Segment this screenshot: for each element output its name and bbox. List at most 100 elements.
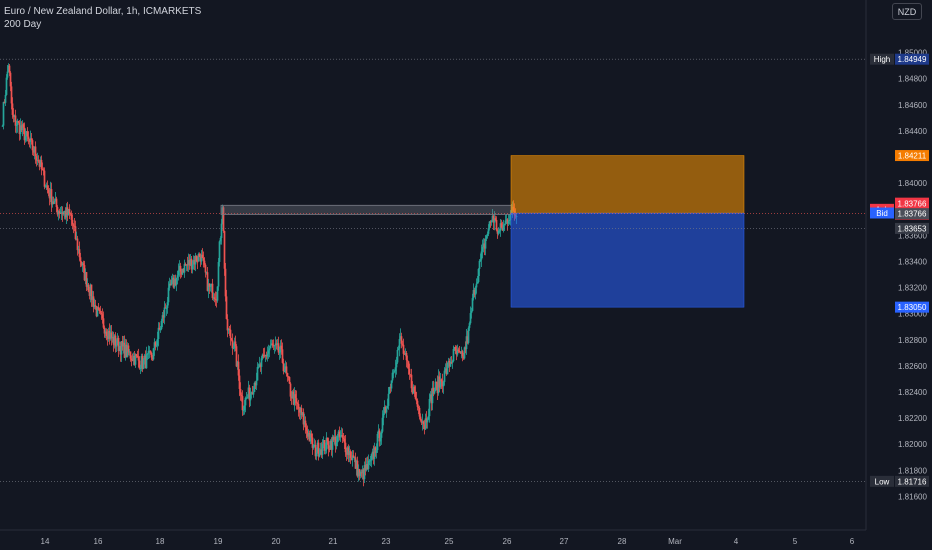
y-tick-label: 1.84000	[898, 179, 927, 188]
candle-body	[418, 407, 421, 417]
candle-body	[34, 146, 37, 157]
candle-body	[321, 443, 324, 455]
candle-body	[400, 336, 403, 344]
candle-body	[484, 238, 487, 249]
candle-body	[480, 251, 483, 260]
candle-body	[446, 362, 449, 375]
candle-body	[42, 169, 45, 171]
candle-body	[14, 115, 17, 126]
candle-body	[31, 140, 34, 151]
currency-button[interactable]: NZD	[892, 3, 922, 20]
candle-body	[204, 264, 207, 273]
candle-body	[477, 268, 480, 282]
candle-body	[324, 449, 327, 451]
x-tick-label: 16	[94, 537, 103, 546]
y-tick-label: 1.84400	[898, 127, 927, 136]
candle-body	[115, 345, 118, 347]
candle-body	[339, 436, 342, 438]
candle-body	[102, 318, 105, 328]
candle-body	[416, 400, 419, 407]
x-tick-label: Mar	[668, 537, 682, 546]
candle-body	[72, 224, 75, 226]
candle-body	[349, 451, 352, 458]
candle-body	[341, 434, 344, 438]
candle-body	[297, 403, 300, 409]
x-tick-label: 18	[156, 537, 165, 546]
candle-body	[97, 307, 100, 310]
x-tick-label: 27	[560, 537, 569, 546]
candle-body	[87, 284, 90, 292]
candle-body	[395, 362, 398, 368]
candle-body	[344, 442, 347, 453]
candle-body	[478, 260, 481, 269]
candle-body	[240, 394, 243, 397]
candle-body	[508, 219, 511, 221]
candle-body	[10, 86, 13, 104]
y-tick-label: 1.81600	[898, 492, 927, 501]
candle-body	[469, 313, 472, 324]
candle-body	[216, 286, 219, 301]
candle-body	[209, 285, 212, 287]
indicator-label: 200 Day	[4, 19, 42, 30]
candle-body	[145, 354, 148, 369]
candle-body	[237, 361, 240, 376]
take-profit-label-value: 1.83050	[898, 303, 927, 312]
candle-body	[282, 362, 285, 372]
candle-body	[315, 452, 318, 457]
candle-body	[160, 320, 163, 330]
candle-body	[22, 124, 25, 128]
candle-body	[486, 233, 489, 236]
candle-body	[175, 277, 178, 286]
candle-body	[257, 366, 260, 368]
candle-body	[213, 297, 216, 300]
candle-body	[47, 189, 50, 193]
candle-body	[191, 264, 194, 270]
candle-body	[394, 367, 397, 372]
candle-body	[135, 354, 138, 356]
candle-body	[76, 238, 79, 251]
candle-body	[397, 348, 400, 351]
candle-body	[485, 235, 488, 239]
candle-body	[98, 309, 101, 312]
candle-body	[507, 220, 510, 224]
stop-loss-zone[interactable]	[510, 155, 745, 214]
current-line-label-value: 1.83766	[898, 210, 927, 219]
candle-body	[217, 261, 220, 287]
candle-body	[195, 255, 198, 262]
candle-body	[471, 298, 474, 311]
candle-body	[433, 390, 436, 394]
price-chart[interactable]: 1.850001.848001.846001.844001.842001.840…	[0, 0, 932, 550]
resistance-zone[interactable]	[220, 204, 513, 215]
candle-body	[9, 72, 12, 87]
candle-body	[149, 350, 152, 353]
candle-body	[6, 71, 9, 78]
candle-body	[234, 341, 237, 347]
candle-body	[70, 213, 73, 220]
candle-body	[440, 379, 443, 382]
candle-body	[426, 419, 429, 423]
y-tick-label: 1.82800	[898, 336, 927, 345]
candle-body	[310, 433, 313, 438]
candle-body	[244, 397, 247, 406]
candle-body	[434, 381, 437, 391]
candle-body	[137, 356, 140, 361]
take-profit-zone[interactable]	[510, 212, 745, 308]
y-tick-label: 1.83200	[898, 284, 927, 293]
candle-body	[219, 237, 222, 242]
x-tick-label: 5	[793, 537, 798, 546]
candle-body	[44, 186, 47, 188]
candle-body	[294, 394, 297, 399]
candle-body	[381, 417, 384, 432]
candle-body	[468, 323, 471, 328]
candle-body	[490, 220, 493, 222]
y-tick-label: 1.82200	[898, 414, 927, 423]
candle-body	[94, 305, 97, 307]
candle-body	[203, 260, 206, 265]
candle-body	[243, 405, 246, 411]
candle-body	[226, 318, 229, 331]
candle-body	[71, 219, 74, 225]
candle-body	[286, 373, 289, 377]
candle-body	[327, 441, 330, 449]
y-tick-label: 1.84800	[898, 75, 927, 84]
y-tick-label: 1.82000	[898, 440, 927, 449]
